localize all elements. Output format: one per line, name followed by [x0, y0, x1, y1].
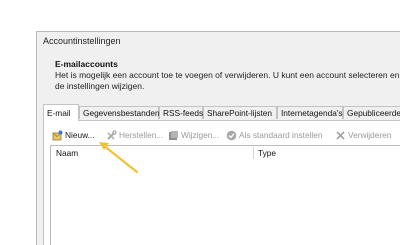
- tab-email[interactable]: E-mail: [43, 104, 79, 121]
- annotation-arrow: [99, 142, 139, 174]
